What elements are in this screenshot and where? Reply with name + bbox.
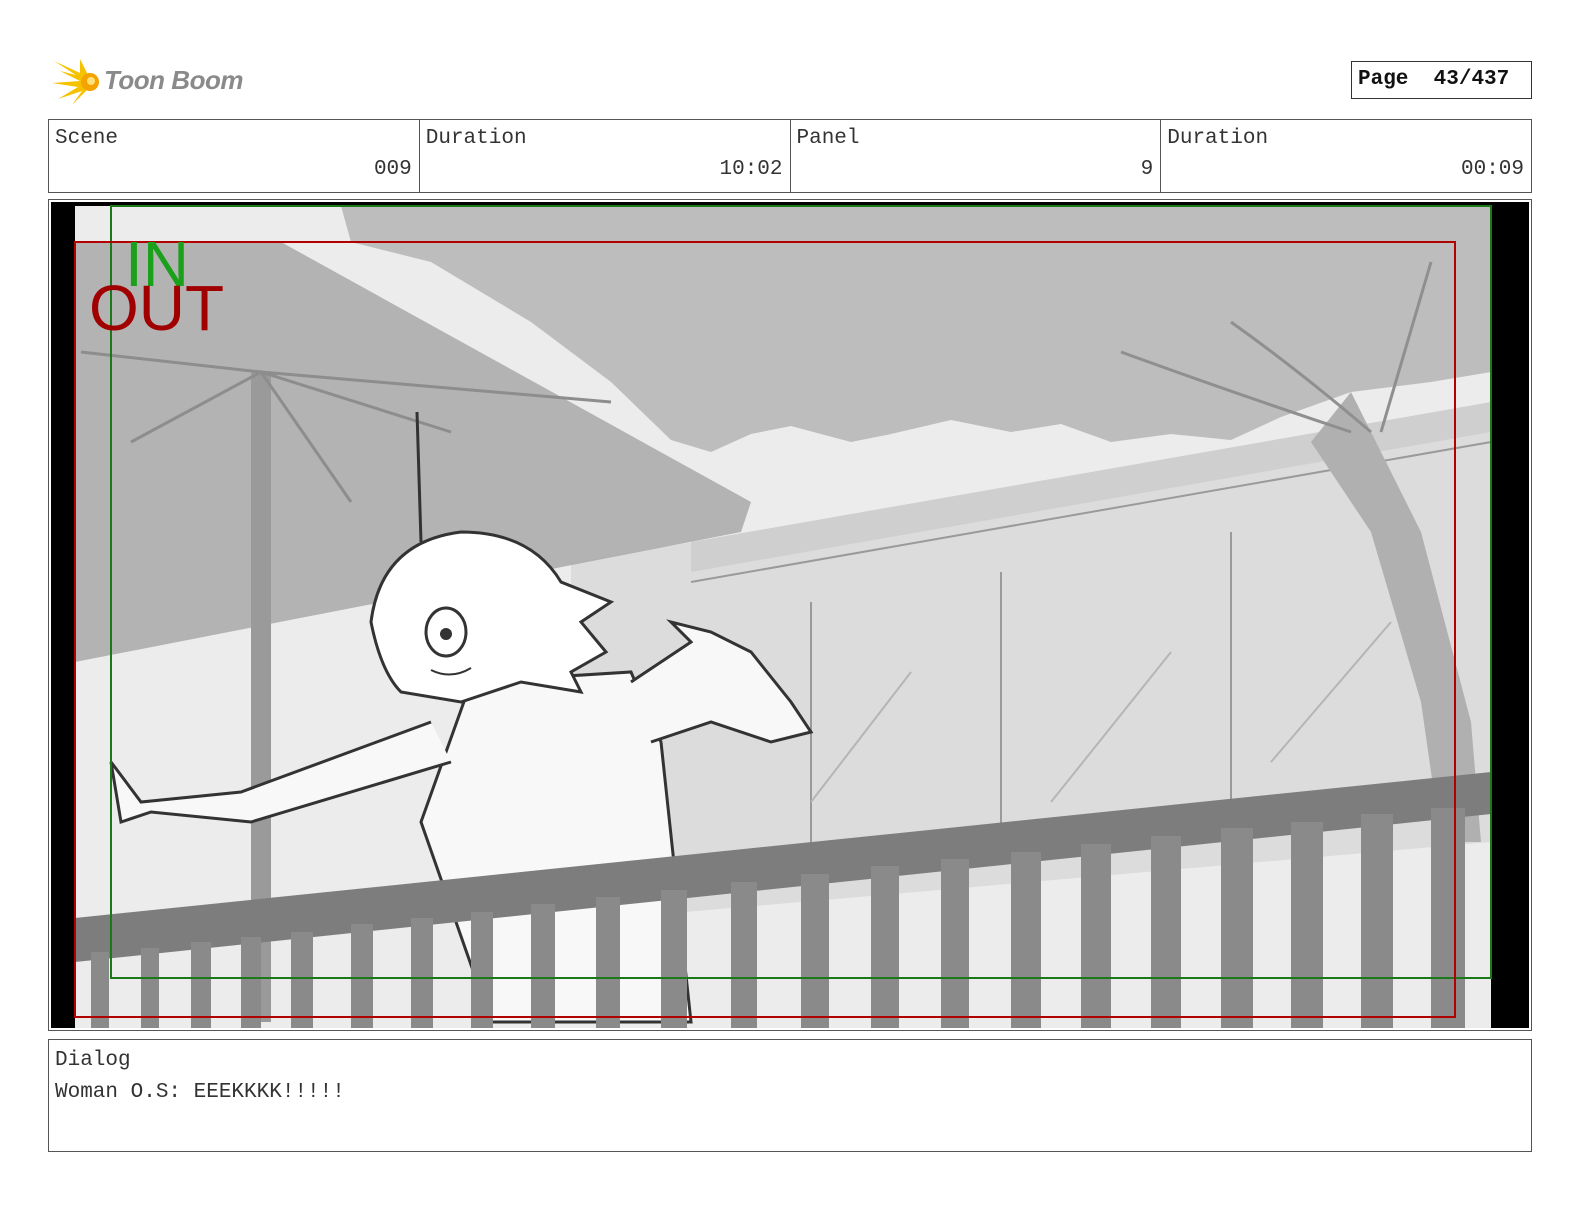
storyboard-panel-image: IN OUT — [51, 202, 1529, 1028]
brand-name: Toon Boom — [104, 65, 243, 95]
page-number: 43/437 — [1433, 68, 1510, 91]
starburst-logo-icon — [52, 59, 99, 105]
dialog-box: Dialog Woman O.S: EEEKKKK!!!!! — [48, 1039, 1532, 1152]
panel-label: Panel — [796, 127, 860, 150]
scene-duration-cell: Duration 10:02 — [420, 120, 791, 192]
panel-info-table: Scene 009 Duration 10:02 Panel 9 Duratio… — [48, 119, 1532, 193]
scene-value: 009 — [373, 158, 412, 181]
panel-duration-label: Duration — [1167, 127, 1269, 150]
out-marker: OUT — [89, 272, 224, 344]
dialog-label: Dialog — [55, 1049, 131, 1072]
dialog-text: Woman O.S: EEEKKKK!!!!! — [55, 1081, 345, 1104]
storyboard-sketch: IN OUT — [51, 202, 1529, 1028]
scene-duration-value: 10:02 — [719, 158, 783, 181]
page-indicator: Page 43/437 — [1351, 61, 1532, 99]
panel-value: 9 — [1140, 158, 1154, 181]
scene-cell: Scene 009 — [49, 120, 420, 192]
panel-duration-cell: Duration 00:09 — [1161, 120, 1531, 192]
panel-cell: Panel 9 — [791, 120, 1162, 192]
panel-duration-value: 00:09 — [1460, 158, 1524, 181]
scene-duration-label: Duration — [425, 127, 527, 150]
scene-label: Scene — [55, 127, 119, 150]
toon-boom-logo: Toon Boom — [50, 55, 250, 109]
page-label: Page — [1358, 68, 1409, 91]
